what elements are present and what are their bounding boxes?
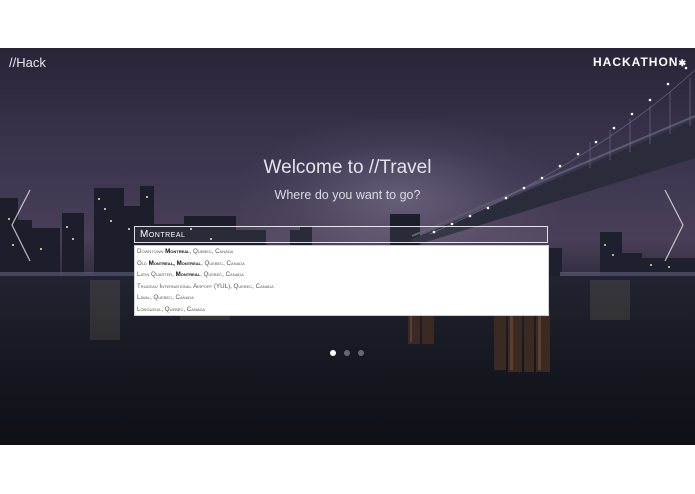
- suggestion-text: Trudeau International Airport (YUL), Que…: [137, 282, 274, 290]
- suggestion-item[interactable]: Downtown Montreal, Quebec, Canada: [135, 246, 548, 258]
- star-icon: ✱: [678, 58, 687, 68]
- carousel-prev-button[interactable]: [8, 188, 34, 263]
- carousel-dot[interactable]: [358, 350, 364, 356]
- hero-slide: //Hack HACKATHON✱ Welcome to //Travel Wh…: [0, 48, 695, 445]
- suggestion-text: , Quebec, Canada: [201, 259, 245, 267]
- suggestion-match: Montreal: [175, 271, 201, 278]
- suggestion-text: Laval, Quebec, Canada: [137, 294, 194, 301]
- suggestion-item[interactable]: Longueuil, Quebec, Canada: [135, 304, 548, 316]
- page-subtitle: Where do you want to go?: [274, 188, 421, 202]
- chevron-right-icon: [664, 189, 684, 262]
- autocomplete-dropdown: Downtown Montreal, Quebec, Canada Old Mo…: [134, 245, 549, 316]
- hackathon-logo: HACKATHON✱: [593, 55, 687, 69]
- suggestion-item[interactable]: Laval, Quebec, Canada: [135, 292, 548, 304]
- suggestion-match: Montreal: [165, 248, 190, 255]
- page-title: Welcome to //Travel: [263, 157, 432, 178]
- chevron-left-icon: [11, 189, 31, 262]
- carousel-dot[interactable]: [344, 350, 350, 356]
- suggestion-text: Longueuil, Quebec, Canada: [137, 305, 206, 313]
- suggestion-text: , Quebec, Canada: [200, 271, 244, 278]
- suggestion-item[interactable]: Trudeau International Airport (YUL), Que…: [135, 281, 548, 293]
- suggestion-item[interactable]: Latin Quarter, Montreal, Quebec, Canada: [135, 269, 548, 281]
- brand-logo[interactable]: //Hack: [9, 55, 46, 70]
- suggestion-text: , Quebec, Canada: [189, 248, 234, 255]
- suggestion-item[interactable]: Old Montreal, Montreal, Quebec, Canada: [135, 258, 548, 270]
- carousel-dot[interactable]: [330, 350, 336, 356]
- carousel-next-button[interactable]: [661, 188, 687, 263]
- hackathon-logo-text: HACKATHON: [593, 55, 679, 69]
- carousel-indicators: [330, 350, 364, 356]
- suggestion-text: Old: [137, 259, 149, 267]
- suggestion-text: Latin Quarter,: [137, 271, 176, 278]
- suggestion-match: Montreal, Montreal: [148, 259, 202, 267]
- destination-search-input[interactable]: [134, 226, 548, 243]
- suggestion-text: Downtown: [137, 248, 166, 255]
